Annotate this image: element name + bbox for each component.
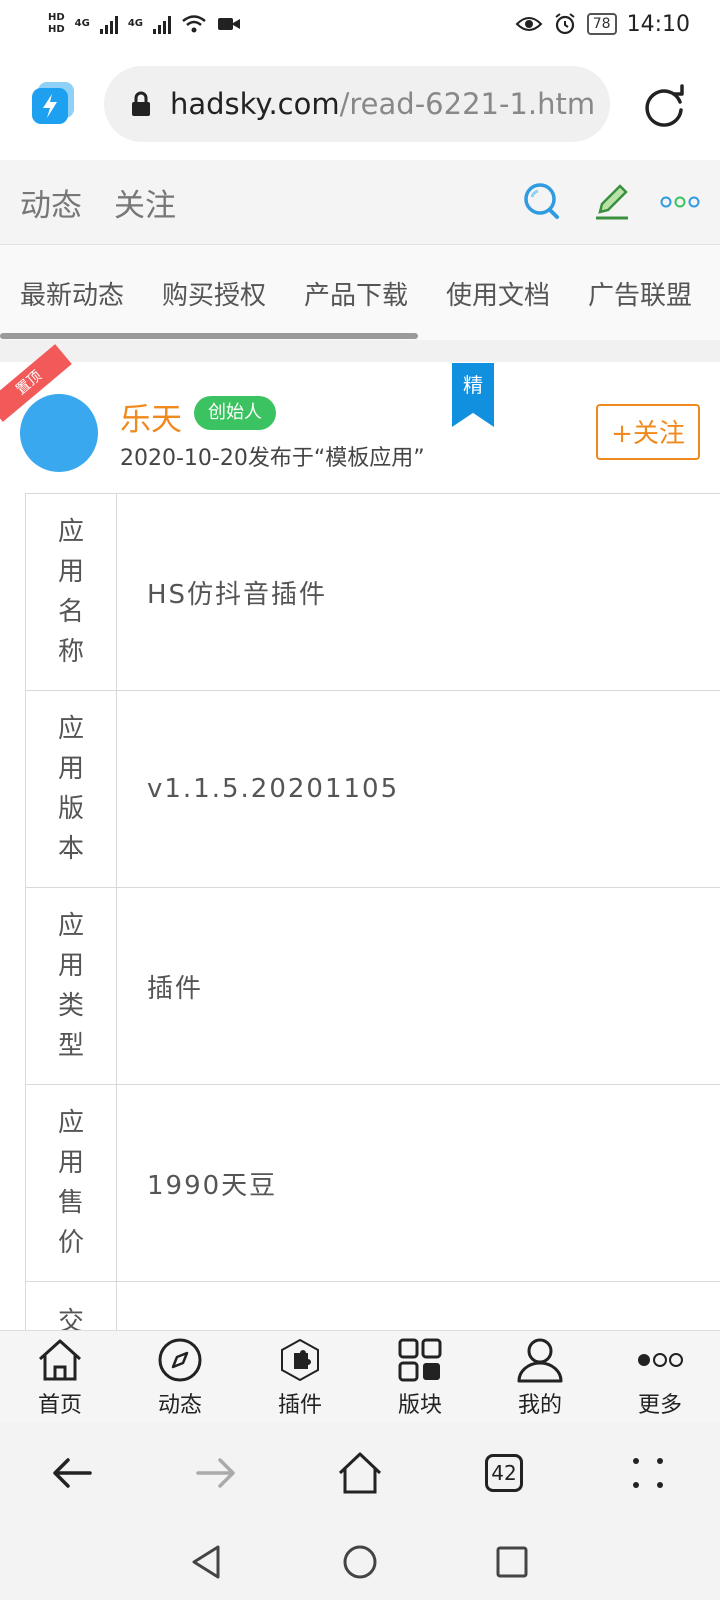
table-row: 应用版本 v1.1.5.20201105 xyxy=(25,690,720,888)
forward-button[interactable] xyxy=(186,1448,246,1498)
tab-count-icon: 42 xyxy=(485,1454,523,1492)
home-icon xyxy=(38,1339,82,1381)
app-nav-me[interactable]: 我的 xyxy=(490,1335,590,1419)
app-nav-boards-label: 版块 xyxy=(397,1393,442,1418)
wifi-icon xyxy=(182,15,206,33)
nav-scroll-indicator xyxy=(0,333,418,339)
forward-arrow-icon xyxy=(196,1458,235,1488)
row-label-app-version: 应用版本 xyxy=(25,690,117,888)
network-type-2: 4G xyxy=(127,18,144,29)
clock: 14:10 xyxy=(626,11,690,37)
section-divider xyxy=(0,340,720,362)
header-tab-follow[interactable]: 关注 xyxy=(114,180,176,225)
app-nav-home-label: 首页 xyxy=(37,1393,82,1418)
back-arrow-icon xyxy=(53,1458,92,1488)
lock-icon xyxy=(132,91,150,116)
url-bar[interactable]: hadsky.com/read-6221-1.htm xyxy=(104,66,610,142)
tabs-button[interactable]: 42 xyxy=(474,1448,534,1498)
browser-logo-icon[interactable] xyxy=(30,80,78,128)
system-home-button[interactable] xyxy=(338,1540,382,1584)
triangle-back-icon xyxy=(192,1545,220,1579)
hd-label-2: HD xyxy=(48,24,65,35)
signal-icon xyxy=(99,14,118,34)
nav-item-docs[interactable]: 使用文档 xyxy=(446,275,550,312)
app-nav-boards[interactable]: 版块 xyxy=(370,1335,470,1419)
app-nav-plugins[interactable]: 插件 xyxy=(250,1335,350,1419)
app-nav-more-label: 更多 xyxy=(637,1393,682,1418)
nav-item-buy-license[interactable]: 购买授权 xyxy=(162,275,266,312)
browser-home-button[interactable] xyxy=(330,1448,390,1498)
nav-item-download[interactable]: 产品下载 xyxy=(304,275,408,312)
app-nav-dynamic[interactable]: 动态 xyxy=(130,1335,230,1419)
app-nav-me-label: 我的 xyxy=(517,1393,562,1418)
url-host: hadsky.com xyxy=(170,87,340,121)
table-row: 应用类型 插件 xyxy=(25,887,720,1085)
more-dots-icon[interactable] xyxy=(660,192,700,212)
row-value-app-price: 1990天豆 xyxy=(116,1084,720,1282)
hd-indicator: HD HD xyxy=(48,12,65,36)
status-bar-right: 78 14:10 xyxy=(515,0,690,48)
user-icon xyxy=(517,1338,563,1383)
alarm-icon xyxy=(555,13,575,35)
url-path: /read-6221-1.htm xyxy=(339,87,596,121)
table-row: 应用售价 1990天豆 xyxy=(25,1084,720,1282)
back-button[interactable] xyxy=(42,1448,102,1498)
avatar[interactable] xyxy=(20,394,98,472)
search-icon[interactable] xyxy=(522,181,562,221)
row-label-app-name: 应用名称 xyxy=(25,493,117,691)
founder-badge: 创始人 xyxy=(194,396,276,430)
table-row: 应用名称 HS仿抖音插件 xyxy=(25,493,720,691)
menu-dots-icon xyxy=(633,1458,663,1488)
compass-icon xyxy=(158,1338,202,1382)
app-nav-home[interactable]: 首页 xyxy=(10,1335,110,1419)
app-nav-more[interactable]: 更多 xyxy=(610,1335,710,1419)
author-name[interactable]: 乐天 xyxy=(120,394,182,439)
row-label-app-price: 应用售价 xyxy=(25,1084,117,1282)
hd-label-1: HD xyxy=(48,12,65,23)
reload-icon[interactable] xyxy=(640,82,688,130)
video-call-icon xyxy=(218,18,241,30)
signal-icon-2 xyxy=(153,14,172,34)
header-tab-dynamic[interactable]: 动态 xyxy=(20,180,82,225)
system-back-button[interactable] xyxy=(184,1540,228,1584)
app-nav-dynamic-label: 动态 xyxy=(157,1393,202,1418)
network-type-1: 4G xyxy=(74,18,90,29)
nav-item-ad-alliance[interactable]: 广告联盟 xyxy=(588,275,692,312)
square-recents-icon xyxy=(496,1546,528,1578)
circle-home-icon xyxy=(343,1545,377,1579)
plugin-icon xyxy=(281,1338,319,1382)
row-value-app-name: HS仿抖音插件 xyxy=(116,493,720,691)
status-bar-left: HD HD 4G 4G xyxy=(48,4,241,44)
grid-icon xyxy=(398,1338,442,1382)
follow-button[interactable]: +关注 xyxy=(596,404,700,460)
browser-home-icon xyxy=(338,1452,382,1494)
post-meta: 2020-10-20发布于“模板应用” xyxy=(120,446,425,471)
eye-icon xyxy=(515,17,543,31)
row-value-app-type: 插件 xyxy=(116,887,720,1085)
nav-item-latest[interactable]: 最新动态 xyxy=(20,275,124,312)
browser-menu-button[interactable] xyxy=(618,1448,678,1498)
row-value-app-version: v1.1.5.20201105 xyxy=(116,690,720,888)
row-label-app-type: 应用类型 xyxy=(25,887,117,1085)
battery-indicator: 78 xyxy=(586,13,617,35)
system-recents-button[interactable] xyxy=(490,1540,534,1584)
edit-icon[interactable] xyxy=(592,182,632,222)
more-icon xyxy=(638,1353,683,1367)
app-nav-plugins-label: 插件 xyxy=(277,1393,322,1418)
